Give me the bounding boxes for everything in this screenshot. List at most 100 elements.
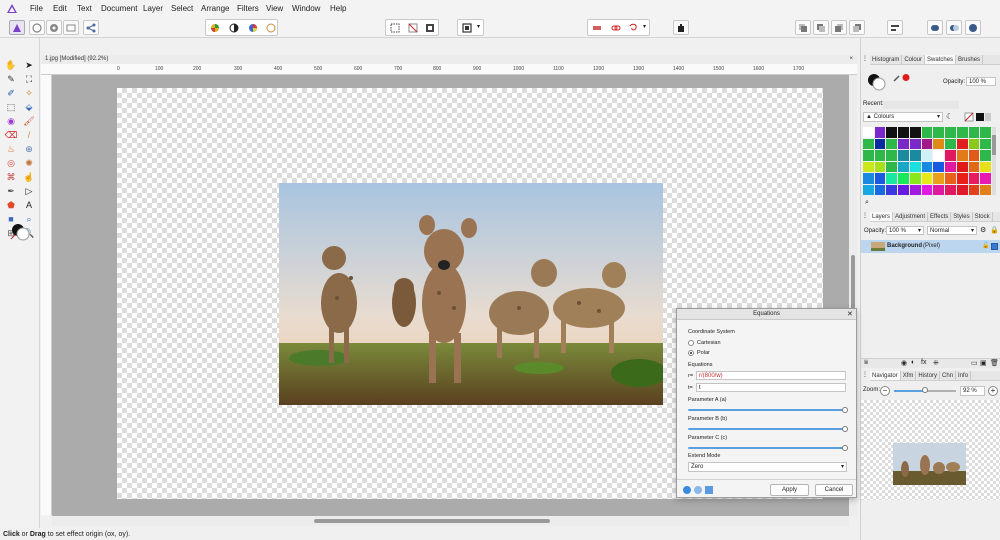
color-swatch-icon[interactable] [9,222,31,242]
close-icon[interactable]: × [849,55,853,64]
align-button[interactable] [887,20,903,35]
color-swatch[interactable] [921,150,933,161]
marquee-icon[interactable] [390,23,400,33]
color-swatch[interactable] [980,138,991,149]
extend-mode-select[interactable]: Zero ▾ [688,462,847,472]
menu-view[interactable]: View [266,4,283,13]
boolean-intersect-button[interactable] [965,20,981,35]
vertical-ruler[interactable] [41,75,52,515]
color-swatch[interactable] [945,127,956,138]
mirror-view-icon[interactable] [705,486,713,494]
color-swatch[interactable] [874,184,886,195]
t-equation-input[interactable]: t [696,383,846,392]
color-swatch[interactable] [886,161,898,172]
export-persona-button[interactable] [83,20,99,35]
arrange-backward-button[interactable] [813,20,829,35]
color-swatch[interactable] [886,173,898,184]
color-swatch[interactable] [933,150,945,161]
color-swatch[interactable] [968,161,980,172]
tab-history[interactable]: History [916,371,941,380]
boolean-add-button[interactable] [927,20,943,35]
tab-channels[interactable]: Chn [940,371,957,380]
color-swatch[interactable] [980,184,991,195]
menu-help[interactable]: Help [330,4,346,13]
param-b-slider[interactable] [688,426,848,432]
visibility-checkbox[interactable] [991,243,998,250]
horizontal-ruler[interactable]: 0 100 200 300 400 500 600 700 800 900 10… [41,64,857,75]
lock-icon[interactable]: 🔒 [990,226,999,234]
navigator-preview[interactable] [893,443,966,485]
quick-mask-icon[interactable] [462,23,472,33]
hsl-icon[interactable] [248,23,258,33]
color-swatch[interactable] [898,138,909,149]
color-swatch[interactable] [921,138,933,149]
zoom-field[interactable]: 92 % [960,386,985,396]
adjustment-icon[interactable]: ◐ [911,359,915,366]
search-icon[interactable]: ⌕ [865,199,869,207]
menu-text[interactable]: Text [77,4,92,13]
folder-icon[interactable]: ▭ [971,359,978,367]
tab-layers[interactable]: Layers [870,212,894,221]
white-balance-icon[interactable] [266,23,276,33]
color-swatch[interactable] [909,184,921,195]
hand-icon[interactable]: ✋ [5,59,17,71]
param-c-slider[interactable] [688,445,848,451]
tab-stock[interactable]: Stock [973,212,993,221]
tab-transform[interactable]: Xfm [901,371,917,380]
color-swatch[interactable] [945,161,956,172]
tab-colour[interactable]: Colour [902,55,926,64]
color-swatch[interactable] [863,127,874,138]
color-swatch[interactable] [898,184,909,195]
color-swatch[interactable] [886,150,898,161]
color-swatch[interactable] [863,173,874,184]
paint-brush-icon[interactable]: 🖌 [23,115,35,127]
menu-edit[interactable]: Edit [53,4,67,13]
photo-persona-button[interactable] [9,20,25,35]
color-swatch[interactable] [898,150,909,161]
grip-icon[interactable]: ⋮ [862,55,868,62]
color-swatch[interactable] [945,138,956,149]
trash-icon[interactable]: 🗑 [990,359,999,367]
color-swatch[interactable] [863,184,874,195]
color-swatch[interactable] [863,150,874,161]
flood-select-icon[interactable]: ✧ [23,87,35,99]
menu-document[interactable]: Document [101,4,137,13]
scroll-thumb[interactable] [992,135,996,155]
move-icon[interactable]: ➤ [23,59,35,71]
burn-icon[interactable]: ♨ [5,143,17,155]
color-swatch[interactable] [956,127,968,138]
color-swatch[interactable] [968,184,980,195]
color-swatch[interactable] [933,127,945,138]
color-swatch[interactable] [909,173,921,184]
zoom-slider-knob[interactable] [922,387,928,393]
tab-brushes[interactable]: Brushes [956,55,984,64]
arrange-forward-button[interactable] [831,20,847,35]
deselect-icon[interactable] [408,23,418,33]
text-icon[interactable]: A [23,199,35,211]
polar-radio[interactable] [688,350,694,356]
black-white-icon[interactable] [229,23,239,33]
palette-select[interactable]: ▲ Colours ▾ [863,112,943,122]
layers-stack-icon[interactable]: ⩸ [864,359,868,367]
color-swatch[interactable] [874,173,886,184]
color-swatch[interactable] [945,150,956,161]
split-view-icon[interactable] [694,486,702,494]
zoom-slider[interactable] [894,387,956,393]
color-swatch[interactable] [874,161,886,172]
color-swatch[interactable] [933,161,945,172]
tab-adjustment[interactable]: Adjustment [893,212,929,221]
grip-icon[interactable]: ⋮ [862,371,868,378]
document-tab[interactable]: 1.jpg [Modified] (92.2%) × [41,55,857,64]
color-swatch[interactable] [968,173,980,184]
color-swatch[interactable] [980,150,991,161]
chevron-down-icon[interactable]: ▾ [477,23,480,30]
tab-effects[interactable]: Effects [928,212,952,221]
menu-layer[interactable]: Layer [143,4,163,13]
menu-filters[interactable]: Filters [237,4,259,13]
arrange-front-button[interactable] [849,20,865,35]
liquify-persona-button[interactable] [29,20,45,35]
lock-icon[interactable]: 🔓 [982,242,989,249]
eyedropper-icon[interactable]: ✎ [5,73,17,85]
erase-brush-tool-icon[interactable]: ⌫ [5,129,18,141]
menu-file[interactable]: File [30,4,43,13]
